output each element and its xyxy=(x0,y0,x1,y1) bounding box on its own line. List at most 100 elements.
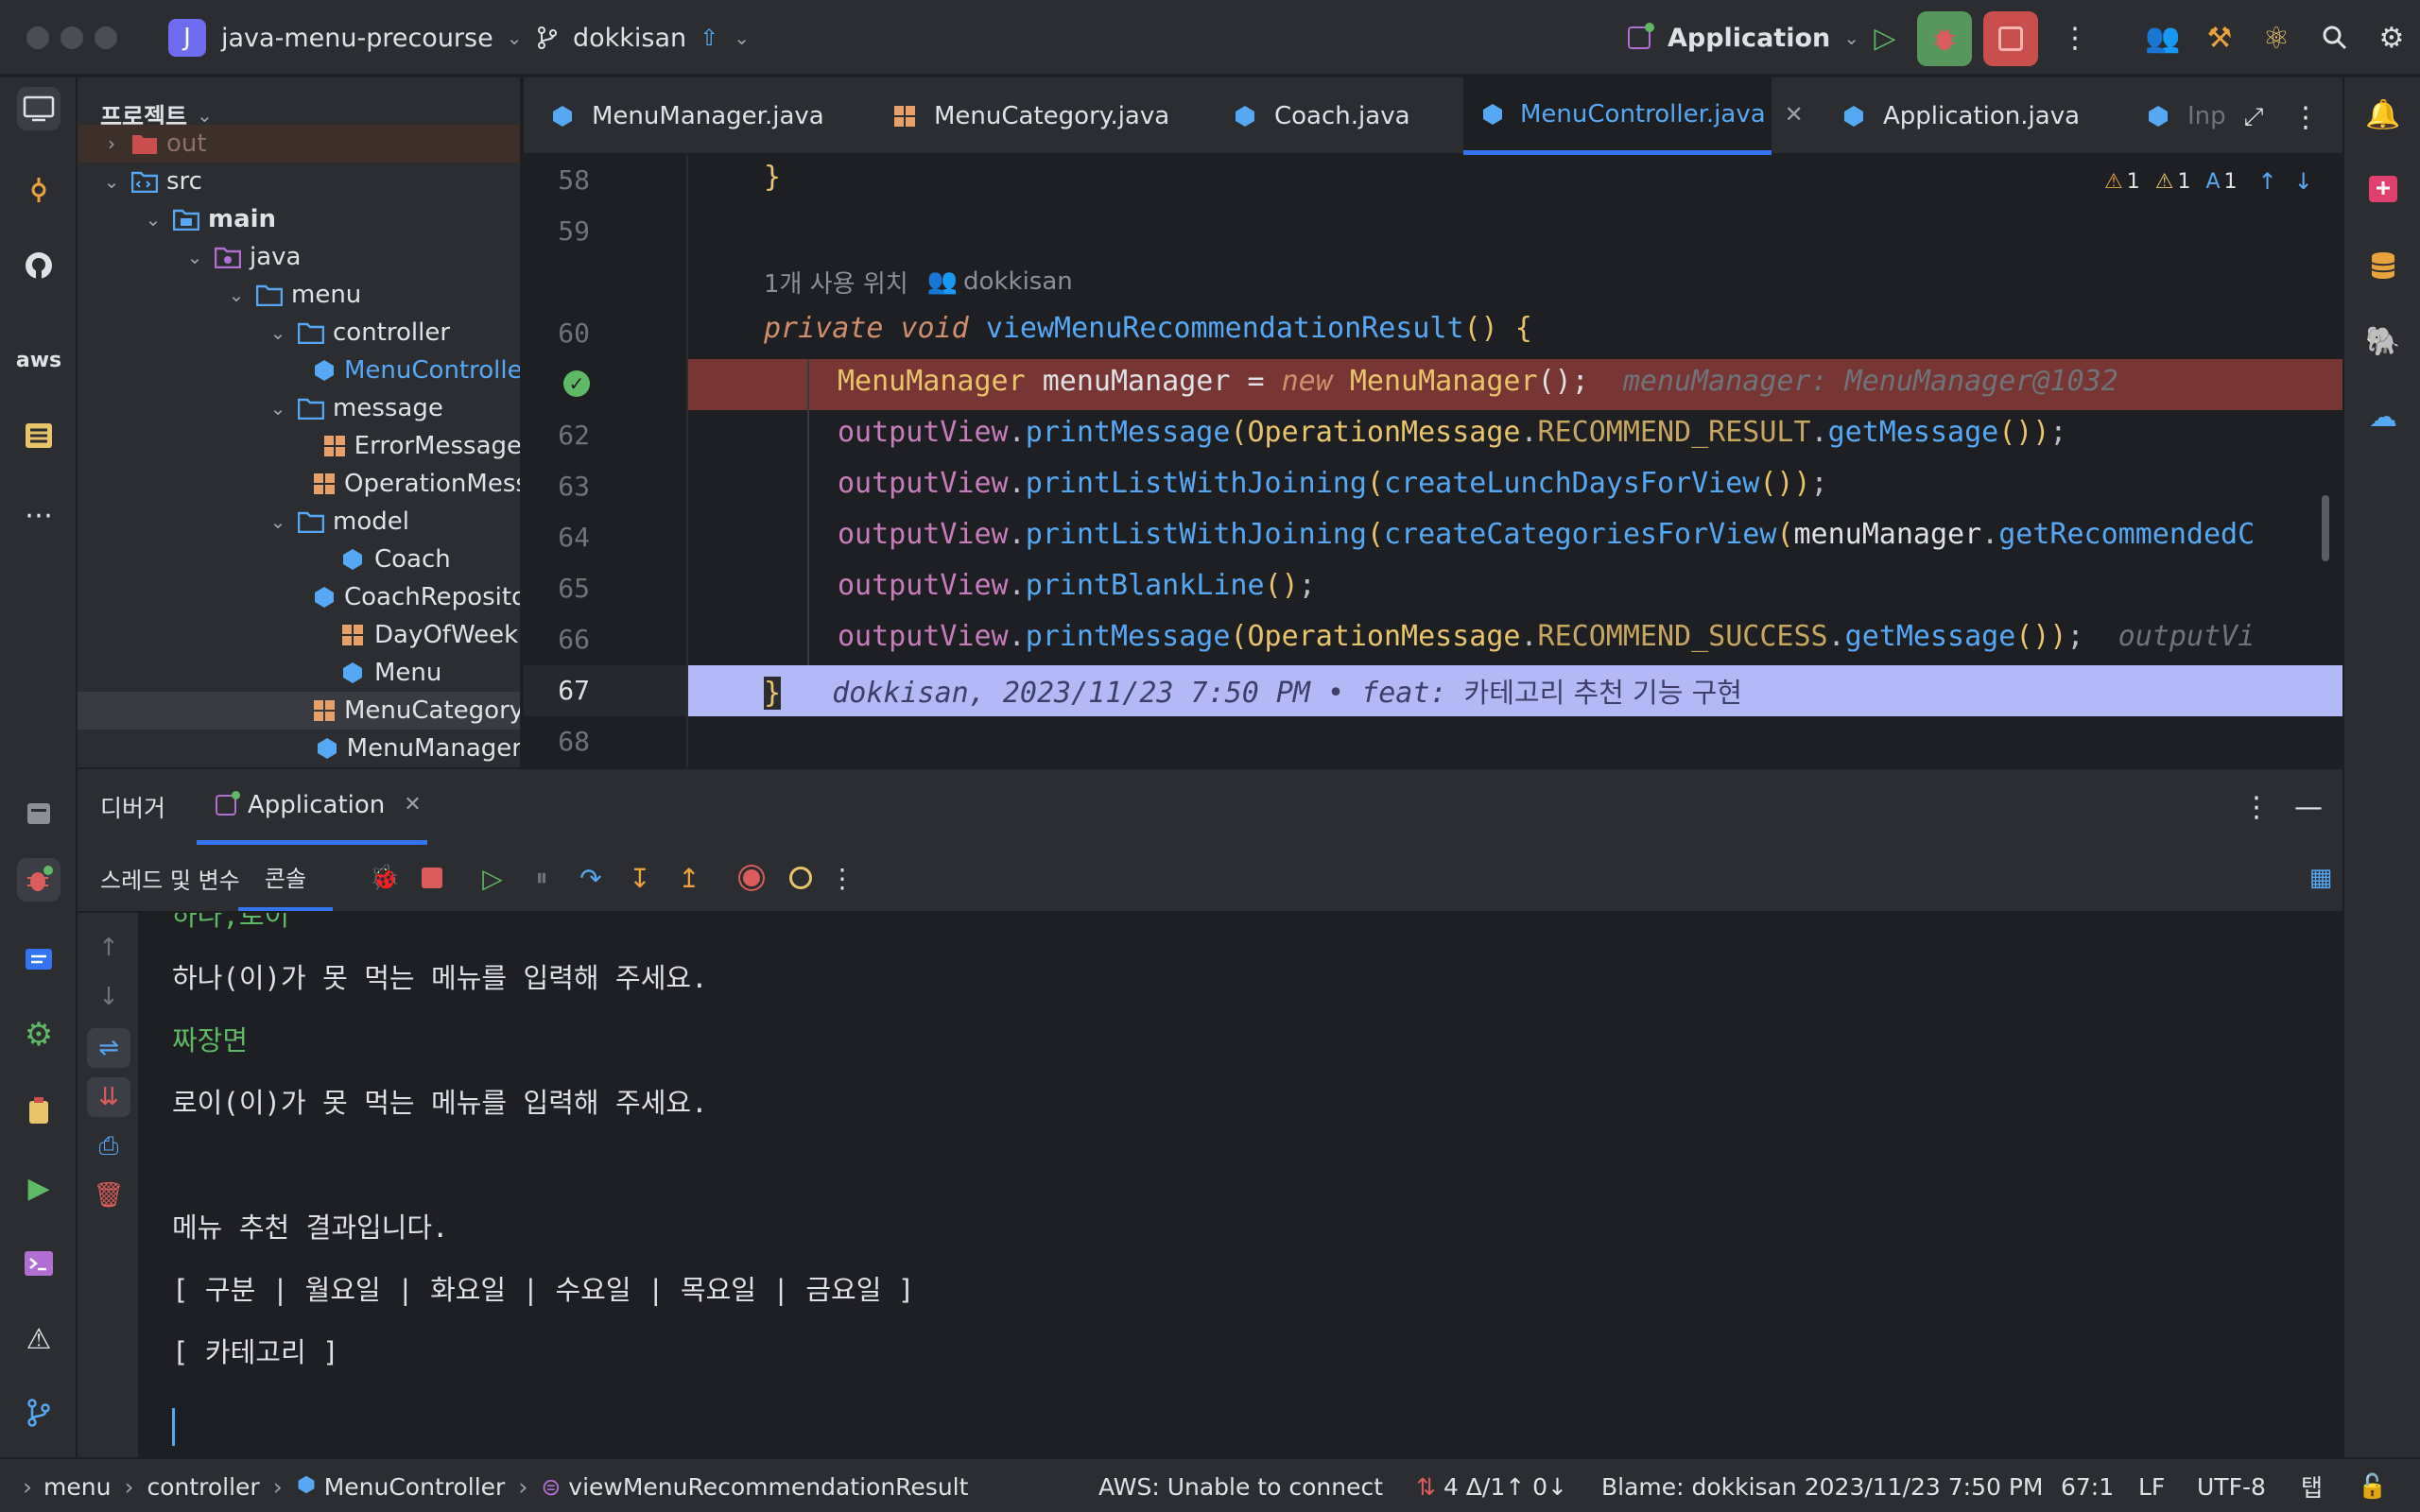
debug-session-tab[interactable]: Application ✕ xyxy=(197,769,427,845)
chevron-down-icon[interactable]: ⌄ xyxy=(98,168,125,195)
ai-assistant-icon[interactable]: ⚛ xyxy=(2257,19,2295,57)
print-icon[interactable]: ⎙ xyxy=(91,1128,127,1164)
tree-item[interactable]: MenuController xyxy=(78,352,520,389)
database-icon[interactable] xyxy=(2361,244,2405,287)
tab-menumanager[interactable]: MenuManager.java xyxy=(548,77,824,155)
project-switcher[interactable]: J java-menu-precourse ⌄ xyxy=(168,19,522,57)
more-actions-icon[interactable]: ⋮ xyxy=(2061,19,2089,57)
step-out-icon[interactable]: ↥ xyxy=(671,860,707,896)
window-minimize-button[interactable] xyxy=(60,26,83,49)
chevron-down-icon[interactable]: ⌄ xyxy=(223,282,250,308)
tab-inputview[interactable]: Inp xyxy=(2144,77,2226,155)
endpoints-icon[interactable] xyxy=(17,1089,60,1132)
tree-item[interactable]: MenuManager xyxy=(78,730,520,767)
usage-hint[interactable]: 1개 사용 위치 👥 dokkisan xyxy=(764,263,1073,301)
tree-item[interactable]: ErrorMessage xyxy=(78,427,520,465)
prev-highlight-icon[interactable]: ↑ xyxy=(2258,168,2277,195)
hide-panel-icon[interactable]: — xyxy=(2290,788,2327,826)
settings-gear-icon[interactable]: ⚙ xyxy=(2373,19,2411,57)
gradle-icon[interactable]: 🐘 xyxy=(2361,319,2405,363)
search-icon[interactable] xyxy=(2316,19,2354,57)
stop-button[interactable] xyxy=(1983,11,2038,66)
tree-item[interactable]: ⌄ message xyxy=(78,389,520,427)
run-tool-icon[interactable]: ▶ xyxy=(17,1166,60,1210)
view-breakpoints-icon[interactable] xyxy=(734,860,769,896)
breadcrumb-item[interactable]: MenuController xyxy=(324,1473,506,1501)
scroll-down-icon[interactable]: ↓ xyxy=(91,979,127,1015)
code-editor[interactable]: 58 59 60 ✓ 62 63 64 65 66 67 68 ⚠ 1 ⚠ 1 A1… xyxy=(524,155,2342,767)
chevron-down-icon[interactable]: ⌄ xyxy=(140,206,166,232)
tab-actions-icon[interactable]: ⋮ xyxy=(2291,98,2320,136)
rerun-debug-icon[interactable]: 🐞 xyxy=(367,860,403,896)
more-tool-windows-icon[interactable]: ⋯ xyxy=(17,493,60,537)
ai-chat-icon[interactable] xyxy=(2361,168,2405,212)
inspection-widget[interactable]: ⚠ 1 ⚠ 1 A1 ↑ ↓ xyxy=(2104,164,2313,198)
code-with-me-icon[interactable]: 👥 xyxy=(2144,19,2182,57)
chevron-right-icon[interactable]: › xyxy=(98,130,125,157)
tab-menucontroller-active[interactable]: MenuController.java ✕ xyxy=(1463,77,1804,155)
gear-plugin-icon[interactable]: ⚙ xyxy=(17,1013,60,1057)
tab-coach[interactable]: Coach.java xyxy=(1231,77,1410,155)
soft-wrap-icon[interactable]: ⇌ xyxy=(87,1028,130,1068)
step-into-icon[interactable]: ↧ xyxy=(622,860,658,896)
tree-item[interactable]: ⌄ menu xyxy=(78,276,520,314)
next-highlight-icon[interactable]: ↓ xyxy=(2294,168,2313,195)
step-over-icon[interactable]: ↷ xyxy=(573,860,609,896)
tree-item[interactable]: OperationMessage xyxy=(78,465,520,503)
cloud-icon[interactable]: ☁ xyxy=(2361,395,2405,438)
tree-item[interactable]: Menu xyxy=(78,654,520,692)
blame-status[interactable]: Blame: dokkisan 2023/11/23 7:50 PM xyxy=(1601,1459,2044,1512)
window-close-button[interactable] xyxy=(26,26,49,49)
tree-item[interactable]: ⌄ model xyxy=(78,503,520,541)
branch-switcher[interactable]: dokkisan ⇧ ⌄ xyxy=(535,19,750,57)
github-icon[interactable] xyxy=(17,244,60,287)
mute-breakpoints-icon[interactable] xyxy=(783,860,819,896)
notifications-icon[interactable]: 🔔 xyxy=(2361,93,2405,136)
console-output[interactable]: 하나,로이 하나(이)가 못 먹는 메뉴를 입력해 주세요. 짜장면 로이(이)가 못… xyxy=(140,913,2342,1457)
chevron-down-icon[interactable]: ⌄ xyxy=(265,319,291,346)
version-control-icon[interactable] xyxy=(17,1391,60,1435)
editor-scrollbar[interactable] xyxy=(2322,495,2329,561)
clear-console-icon[interactable]: 🗑 xyxy=(91,1177,127,1213)
tree-item[interactable]: MenuCategory xyxy=(78,692,520,730)
aws-icon[interactable]: aws xyxy=(16,338,61,382)
run-config-selector[interactable]: Application ⌄ xyxy=(1628,19,1859,57)
file-encoding[interactable]: UTF-8 xyxy=(2197,1459,2266,1512)
project-view-icon[interactable] xyxy=(17,87,60,130)
services-icon[interactable] xyxy=(17,792,60,835)
tree-item[interactable]: ⌄ controller xyxy=(78,314,520,352)
stop-icon[interactable] xyxy=(416,862,448,894)
build-tools-icon[interactable]: ⚒ xyxy=(2201,19,2238,57)
pause-icon[interactable]: ⏸ xyxy=(524,860,560,896)
tree-item[interactable]: ⌄ java xyxy=(78,238,520,276)
problems-icon[interactable]: ⚠ xyxy=(17,1317,60,1361)
close-icon[interactable]: ✕ xyxy=(1785,101,1804,128)
breadcrumb-item[interactable]: controller xyxy=(147,1473,259,1501)
tree-item[interactable]: CoachRepository xyxy=(78,578,520,616)
commit-icon[interactable] xyxy=(17,168,60,212)
breadcrumb-item[interactable]: viewMenuRecommendationResult xyxy=(568,1473,968,1501)
close-icon[interactable]: ✕ xyxy=(404,793,421,816)
git-status[interactable]: ⇅ 4 Δ/1↑ 0↓ xyxy=(1416,1459,1567,1512)
chevron-down-icon[interactable]: ⌄ xyxy=(265,395,291,421)
scroll-up-icon[interactable]: ↑ xyxy=(91,930,127,966)
more-debug-actions-icon[interactable]: ⋮ xyxy=(828,860,856,896)
debug-tool-icon[interactable] xyxy=(17,858,60,902)
lock-icon[interactable]: 🔓 xyxy=(2358,1459,2387,1512)
tree-item[interactable]: ⌄ main xyxy=(78,200,520,238)
caret-position[interactable]: 67:1 xyxy=(2061,1459,2114,1512)
tab-application[interactable]: Application.java xyxy=(1840,77,2080,155)
tree-item[interactable]: ⌄ src xyxy=(78,163,520,200)
line-separator[interactable]: LF xyxy=(2138,1459,2165,1512)
layout-settings-icon[interactable]: ▦ xyxy=(2305,862,2337,894)
breadcrumb-item[interactable]: menu xyxy=(43,1473,111,1501)
tab-menucategory[interactable]: MenuCategory.java xyxy=(890,77,1169,155)
chevron-down-icon[interactable]: ⌄ xyxy=(182,244,208,270)
tree-item[interactable]: › out xyxy=(78,125,520,163)
debug-button[interactable] xyxy=(1917,11,1972,66)
tree-item[interactable]: DayOfWeek xyxy=(78,616,520,654)
chevron-down-icon[interactable]: ⌄ xyxy=(265,508,291,535)
run-icon[interactable]: ▷ xyxy=(1868,21,1902,55)
debug-options-icon[interactable]: ⋮ xyxy=(2242,788,2271,826)
window-zoom-button[interactable] xyxy=(95,26,117,49)
